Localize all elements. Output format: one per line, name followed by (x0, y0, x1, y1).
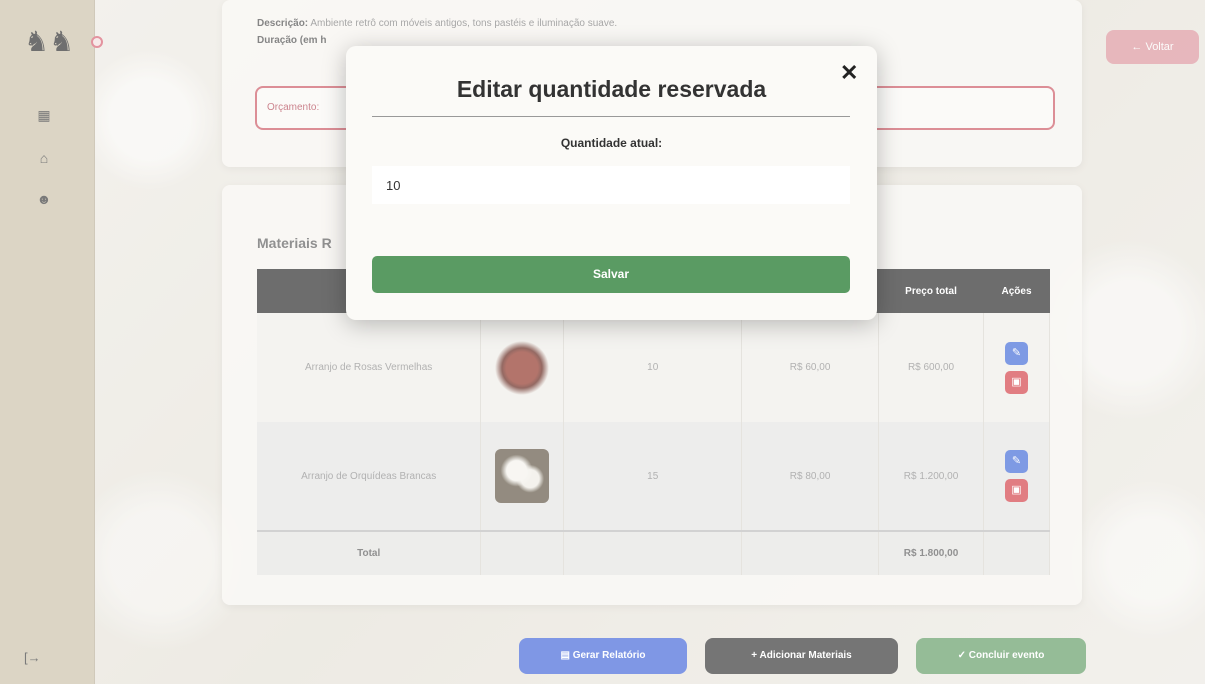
edit-quantity-modal: Editar quantidade reservada ✕ Quantidade… (346, 46, 877, 320)
close-icon[interactable]: ✕ (840, 60, 858, 86)
quantity-label: Quantidade atual: (560, 136, 663, 150)
modal-title: Editar quantidade reservada (456, 76, 767, 102)
save-button[interactable]: Salvar (372, 256, 850, 293)
modal-divider (372, 116, 850, 117)
quantity-input[interactable] (372, 166, 850, 204)
